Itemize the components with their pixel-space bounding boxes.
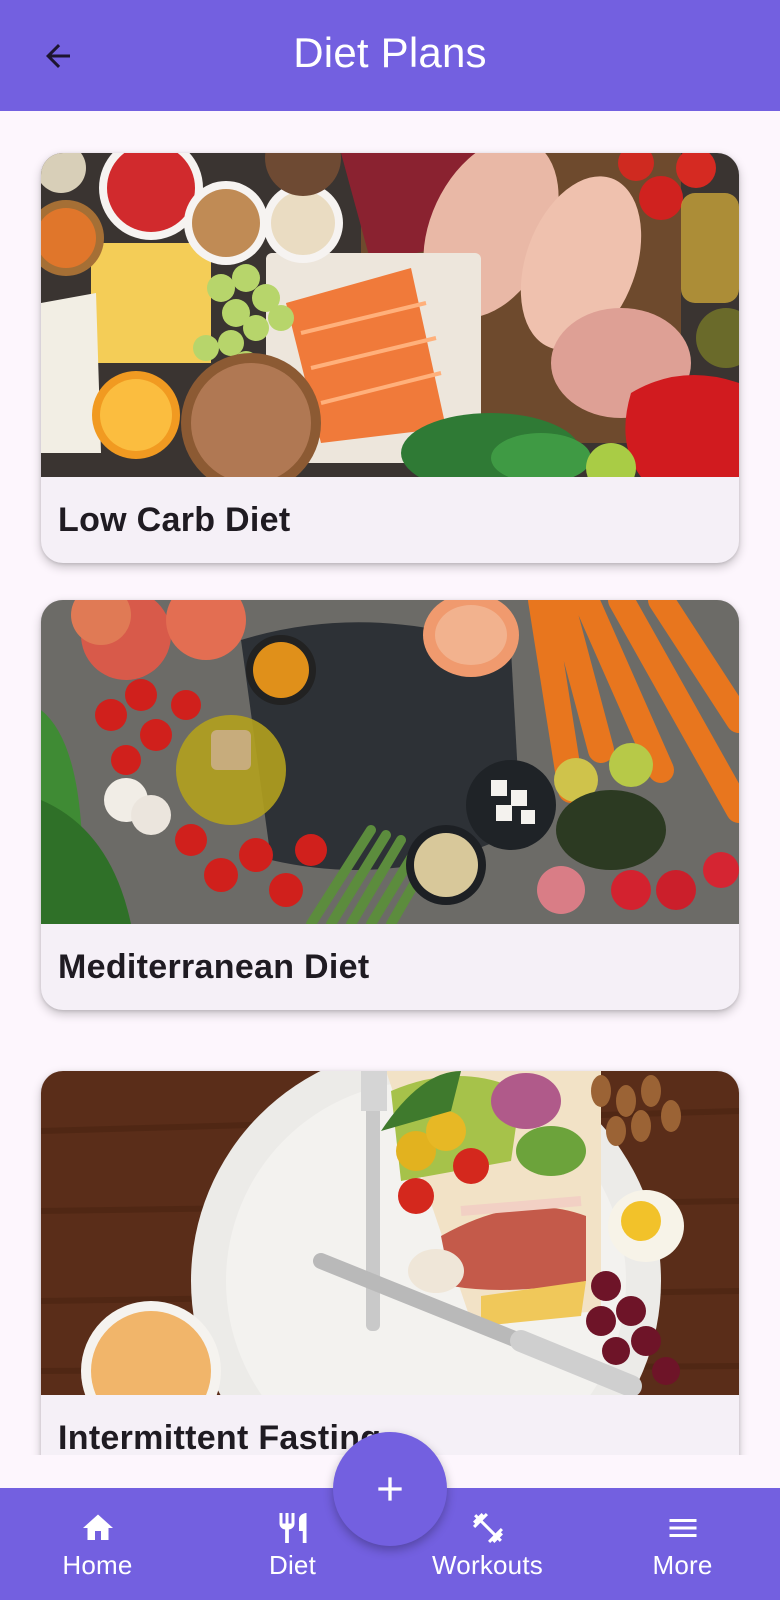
nav-item-more[interactable]: More xyxy=(585,1488,780,1600)
nav-label: Workouts xyxy=(432,1550,543,1580)
mediterranean-food-spread-image xyxy=(41,600,739,924)
nav-label: More xyxy=(652,1550,713,1580)
app-bar: Diet Plans xyxy=(0,0,780,111)
plate-clock-fasting-image xyxy=(41,1071,739,1395)
diet-card-mediterranean[interactable]: Mediterranean Diet xyxy=(41,600,739,1010)
diet-plan-list[interactable]: Low Carb Diet Mediterranean Diet Intermi… xyxy=(0,111,780,1455)
menu-icon xyxy=(663,1508,703,1548)
home-icon xyxy=(78,1508,118,1548)
page-title: Diet Plans xyxy=(293,28,487,76)
diet-card-intermittent-fasting[interactable]: Intermittent Fasting xyxy=(41,1071,739,1455)
dumbbell-icon xyxy=(468,1508,508,1548)
low-carb-food-spread-image xyxy=(41,153,739,477)
nav-item-home[interactable]: Home xyxy=(0,1488,195,1600)
plus-icon xyxy=(378,1477,402,1501)
fork-knife-icon xyxy=(273,1508,313,1548)
back-button[interactable] xyxy=(36,34,80,78)
arrow-back-icon xyxy=(46,44,70,68)
add-button[interactable] xyxy=(333,1432,447,1546)
nav-label: Home xyxy=(62,1550,133,1580)
nav-label: Diet xyxy=(268,1550,317,1580)
diet-card-title: Mediterranean Diet xyxy=(58,947,370,986)
diet-card-title: Low Carb Diet xyxy=(58,500,291,539)
diet-card-low-carb[interactable]: Low Carb Diet xyxy=(41,153,739,563)
